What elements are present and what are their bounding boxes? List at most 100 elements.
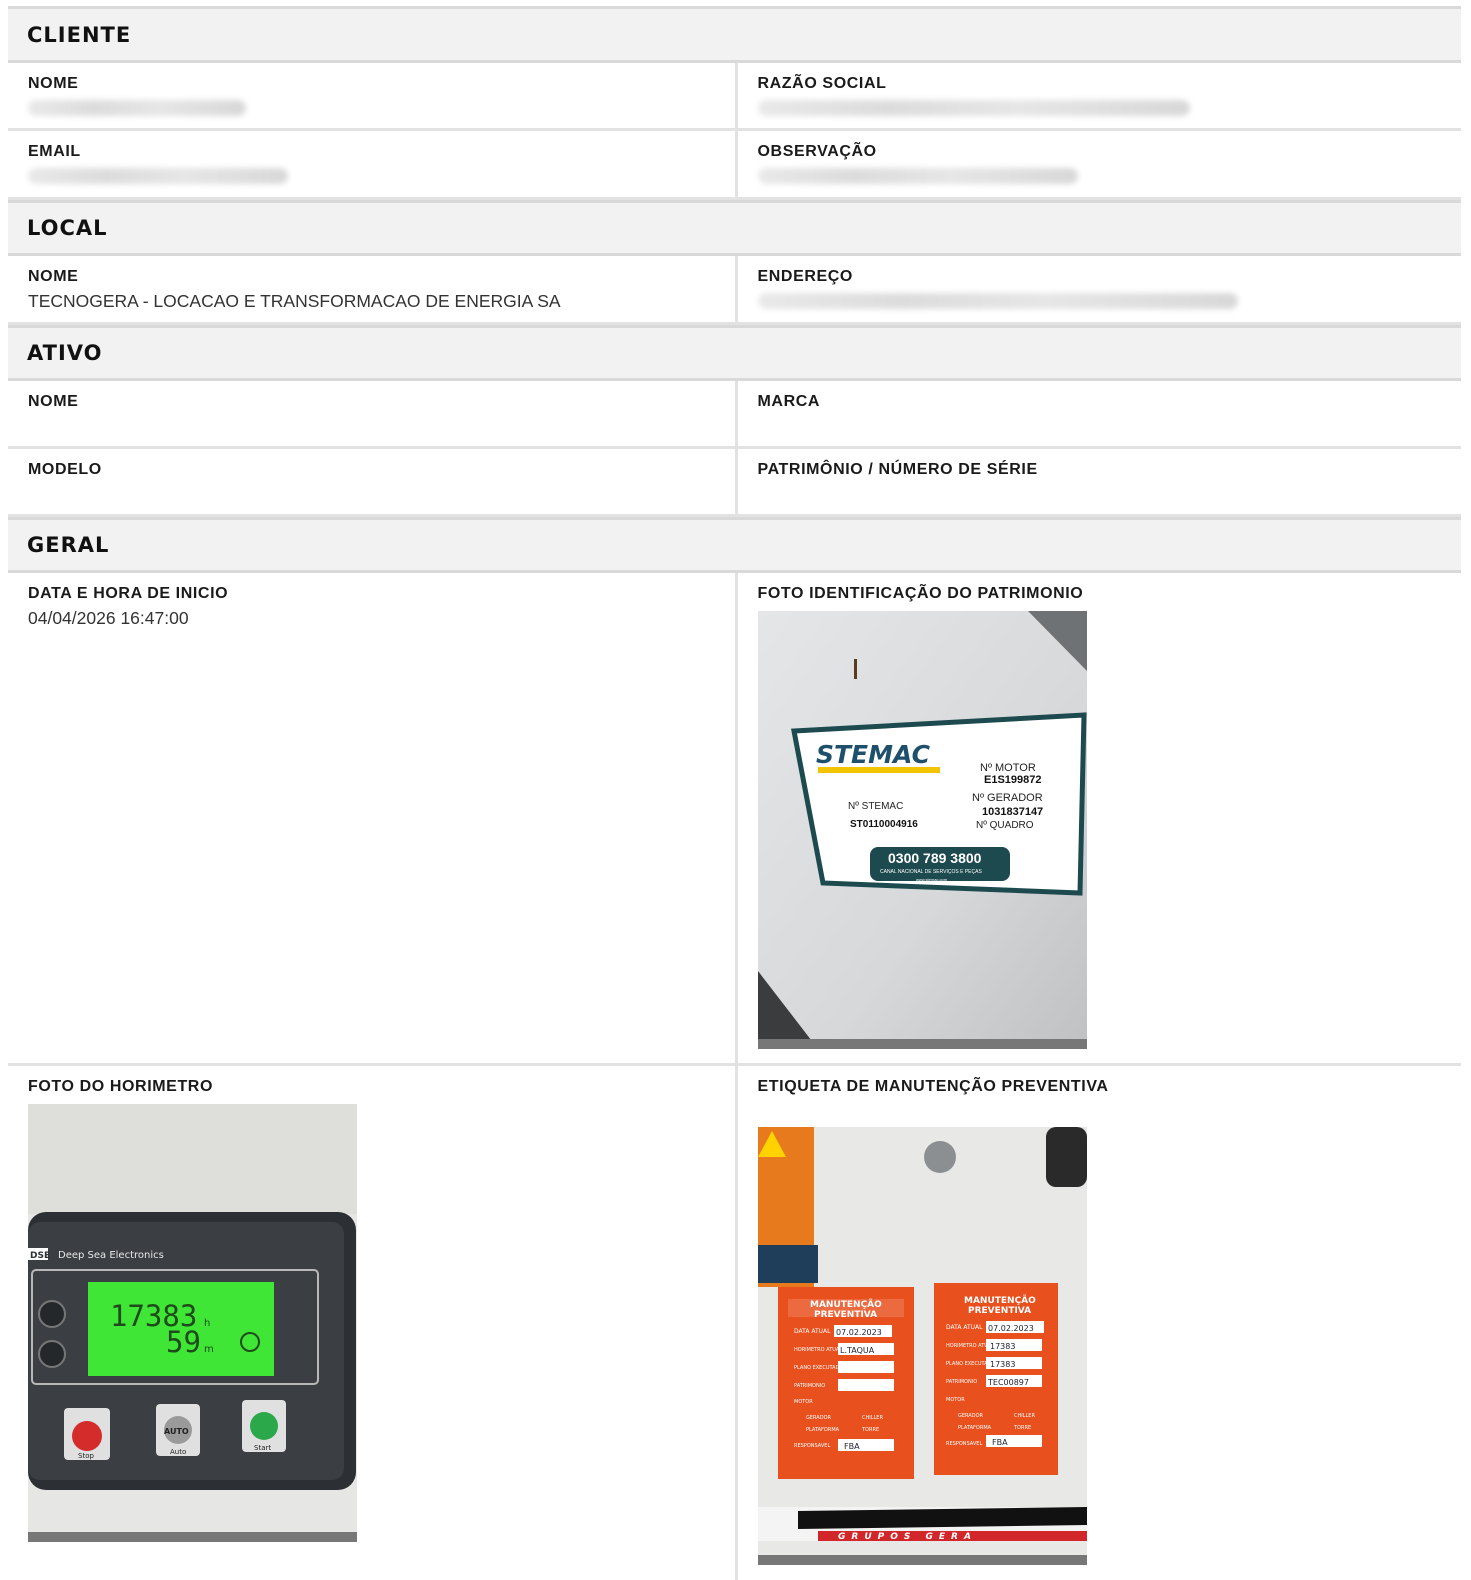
photo-text: ST0110004916 — [850, 819, 918, 830]
photo-text: Deep Sea Electronics — [58, 1250, 164, 1261]
field-etiqueta-preventiva: ETIQUETA DE MANUTENÇÃO PREVENTIVA MANUTE… — [734, 1066, 1462, 1580]
section-header-geral: GERAL — [8, 517, 1461, 573]
photo-text: FBA — [992, 1438, 1008, 1447]
row-cliente-1: NOME RAZÃO SOCIAL — [8, 63, 1461, 131]
photo-text: DSE — [30, 1251, 50, 1261]
field-label: ENDEREÇO — [757, 268, 853, 285]
section-header-cliente: CLIENTE — [8, 6, 1461, 63]
photo-text: 17383 — [990, 1342, 1015, 1351]
field-endereco: ENDEREÇO — [734, 256, 1462, 322]
photo-text: MANUTENÇÃO — [810, 1299, 882, 1310]
photo-text: CHILLER — [862, 1415, 883, 1421]
photo-text: h — [204, 1318, 210, 1329]
photo-text: Auto — [170, 1448, 186, 1456]
photo-text: MANUTENÇÃO — [964, 1295, 1036, 1306]
photo-text: MOTOR — [946, 1397, 965, 1403]
row-ativo-1: NOME MARCA — [8, 381, 1461, 449]
photo-text: Nº GERADOR — [972, 792, 1043, 804]
photo-text: 07.02.2023 — [836, 1328, 882, 1337]
photo-text: FBA — [844, 1442, 860, 1451]
section-header-ativo: ATIVO — [8, 325, 1461, 381]
field-label: EMAIL — [28, 143, 81, 160]
photo-text: PLANO EXECUTADO — [794, 1365, 843, 1371]
photo-text: MOTOR — [794, 1399, 813, 1405]
redacted-value — [757, 168, 1078, 184]
field-label: FOTO IDENTIFICAÇÃO DO PATRIMONIO — [757, 585, 1084, 602]
field-email: EMAIL — [8, 131, 735, 197]
row-local: NOME TECNOGERA - LOCACAO E TRANSFORMACAO… — [8, 256, 1461, 325]
photo-text: RESPONSAVEL — [946, 1441, 982, 1447]
photo-text: L.TAQUA — [840, 1346, 875, 1355]
photo-text: 1031837147 — [982, 806, 1043, 818]
photo-text: PREVENTIVA — [968, 1306, 1031, 1316]
photo-text: Stop — [78, 1452, 94, 1460]
photo-text: E1S199872 — [984, 774, 1042, 786]
field-modelo: MODELO — [8, 449, 735, 514]
field-observacao: OBSERVAÇÃO — [734, 131, 1462, 197]
redacted-value — [28, 100, 246, 116]
report-sheet: CLIENTE NOME RAZÃO SOCIAL EMAIL OBSERVAÇ… — [8, 6, 1461, 1580]
photo-text: TORRE — [861, 1427, 879, 1433]
photo-text: PLATAFORMA — [806, 1427, 840, 1433]
photo-text: TORRE — [1013, 1425, 1031, 1431]
redacted-value — [757, 100, 1190, 116]
photo-horimetro[interactable]: DSE Deep Sea Electronics 17383 h 59 m St… — [28, 1104, 357, 1542]
photo-text: STEMAC — [816, 740, 931, 769]
photo-text: Nº MOTOR — [980, 762, 1036, 774]
photo-identificacao[interactable]: STEMAC Nº STEMAC ST0110004916 Nº MOTOR E… — [757, 611, 1087, 1049]
photo-text: PATRIMONIO — [946, 1379, 977, 1385]
photo-text: GERADOR — [806, 1415, 832, 1421]
photo-text: GERADOR — [958, 1413, 984, 1419]
field-label: NOME — [28, 268, 79, 285]
field-foto-horimetro: FOTO DO HORIMETRO DSE Deep Sea Electroni… — [8, 1066, 735, 1580]
photo-text: CHILLER — [1014, 1413, 1035, 1419]
photo-text: TEC00897 — [987, 1378, 1029, 1387]
field-label: ETIQUETA DE MANUTENÇÃO PREVENTIVA — [757, 1078, 1109, 1095]
field-label: FOTO DO HORIMETRO — [28, 1078, 214, 1095]
photo-text: HORIMETRO ATUAL — [794, 1347, 842, 1353]
photo-text: CANAL NACIONAL DE SERVIÇOS E PEÇAS — [880, 869, 982, 875]
photo-text: 59 — [166, 1325, 201, 1359]
row-ativo-2: MODELO PATRIMÔNIO / NÚMERO DE SÉRIE — [8, 449, 1461, 517]
field-value: 04/04/2026 16:47:00 — [28, 608, 189, 628]
photo-text: PATRIMONIO — [794, 1383, 825, 1389]
field-ativo-nome: NOME — [8, 381, 735, 446]
photo-text: DATA ATUAL — [946, 1324, 983, 1331]
photo-text: Nº QUADRO — [976, 820, 1034, 831]
photo-text: GRUPOS GERA — [838, 1532, 977, 1542]
field-data-inicio: DATA E HORA DE INICIO 04/04/2026 16:47:0… — [8, 573, 735, 1063]
photo-text: PLATAFORMA — [958, 1425, 992, 1431]
photo-text: www.stemac.com — [916, 877, 948, 882]
field-local-nome: NOME TECNOGERA - LOCACAO E TRANSFORMACAO… — [8, 256, 735, 322]
row-cliente-2: EMAIL OBSERVAÇÃO — [8, 131, 1461, 200]
field-foto-identificacao: FOTO IDENTIFICAÇÃO DO PATRIMONIO STEMAC … — [734, 573, 1462, 1063]
redacted-value — [757, 293, 1238, 309]
field-label: MARCA — [757, 393, 821, 410]
photo-text: 07.02.2023 — [988, 1324, 1034, 1333]
photo-text: RESPONSAVEL — [794, 1443, 830, 1449]
section-header-local: LOCAL — [8, 200, 1461, 256]
photo-text: AUTO — [164, 1427, 189, 1436]
row-geral-1: DATA E HORA DE INICIO 04/04/2026 16:47:0… — [8, 573, 1461, 1066]
row-geral-2: FOTO DO HORIMETRO DSE Deep Sea Electroni… — [8, 1066, 1461, 1580]
field-patrimonio: PATRIMÔNIO / NÚMERO DE SÉRIE — [734, 449, 1462, 514]
photo-text: Nº STEMAC — [848, 801, 903, 812]
photo-text: 17383 — [990, 1360, 1015, 1369]
field-label: NOME — [28, 393, 79, 410]
photo-text: DATA ATUAL — [794, 1328, 831, 1335]
field-value: TECNOGERA - LOCACAO E TRANSFORMACAO DE E… — [28, 291, 561, 311]
field-label: MODELO — [28, 461, 102, 478]
field-cliente-nome: NOME — [8, 63, 735, 128]
photo-text: PREVENTIVA — [814, 1310, 877, 1320]
field-label: DATA E HORA DE INICIO — [28, 585, 229, 602]
field-label: OBSERVAÇÃO — [757, 143, 877, 160]
photo-text: m — [204, 1344, 214, 1355]
field-label: RAZÃO SOCIAL — [757, 75, 887, 92]
field-label: NOME — [28, 75, 79, 92]
field-razao-social: RAZÃO SOCIAL — [734, 63, 1462, 128]
photo-etiqueta[interactable]: MANUTENÇÃO PREVENTIVA DATA ATUAL 07.02.2… — [757, 1127, 1087, 1565]
photo-text: Start — [254, 1444, 271, 1452]
photo-text: 0300 789 3800 — [888, 850, 982, 866]
field-label: PATRIMÔNIO / NÚMERO DE SÉRIE — [757, 461, 1038, 478]
redacted-value — [28, 168, 288, 184]
